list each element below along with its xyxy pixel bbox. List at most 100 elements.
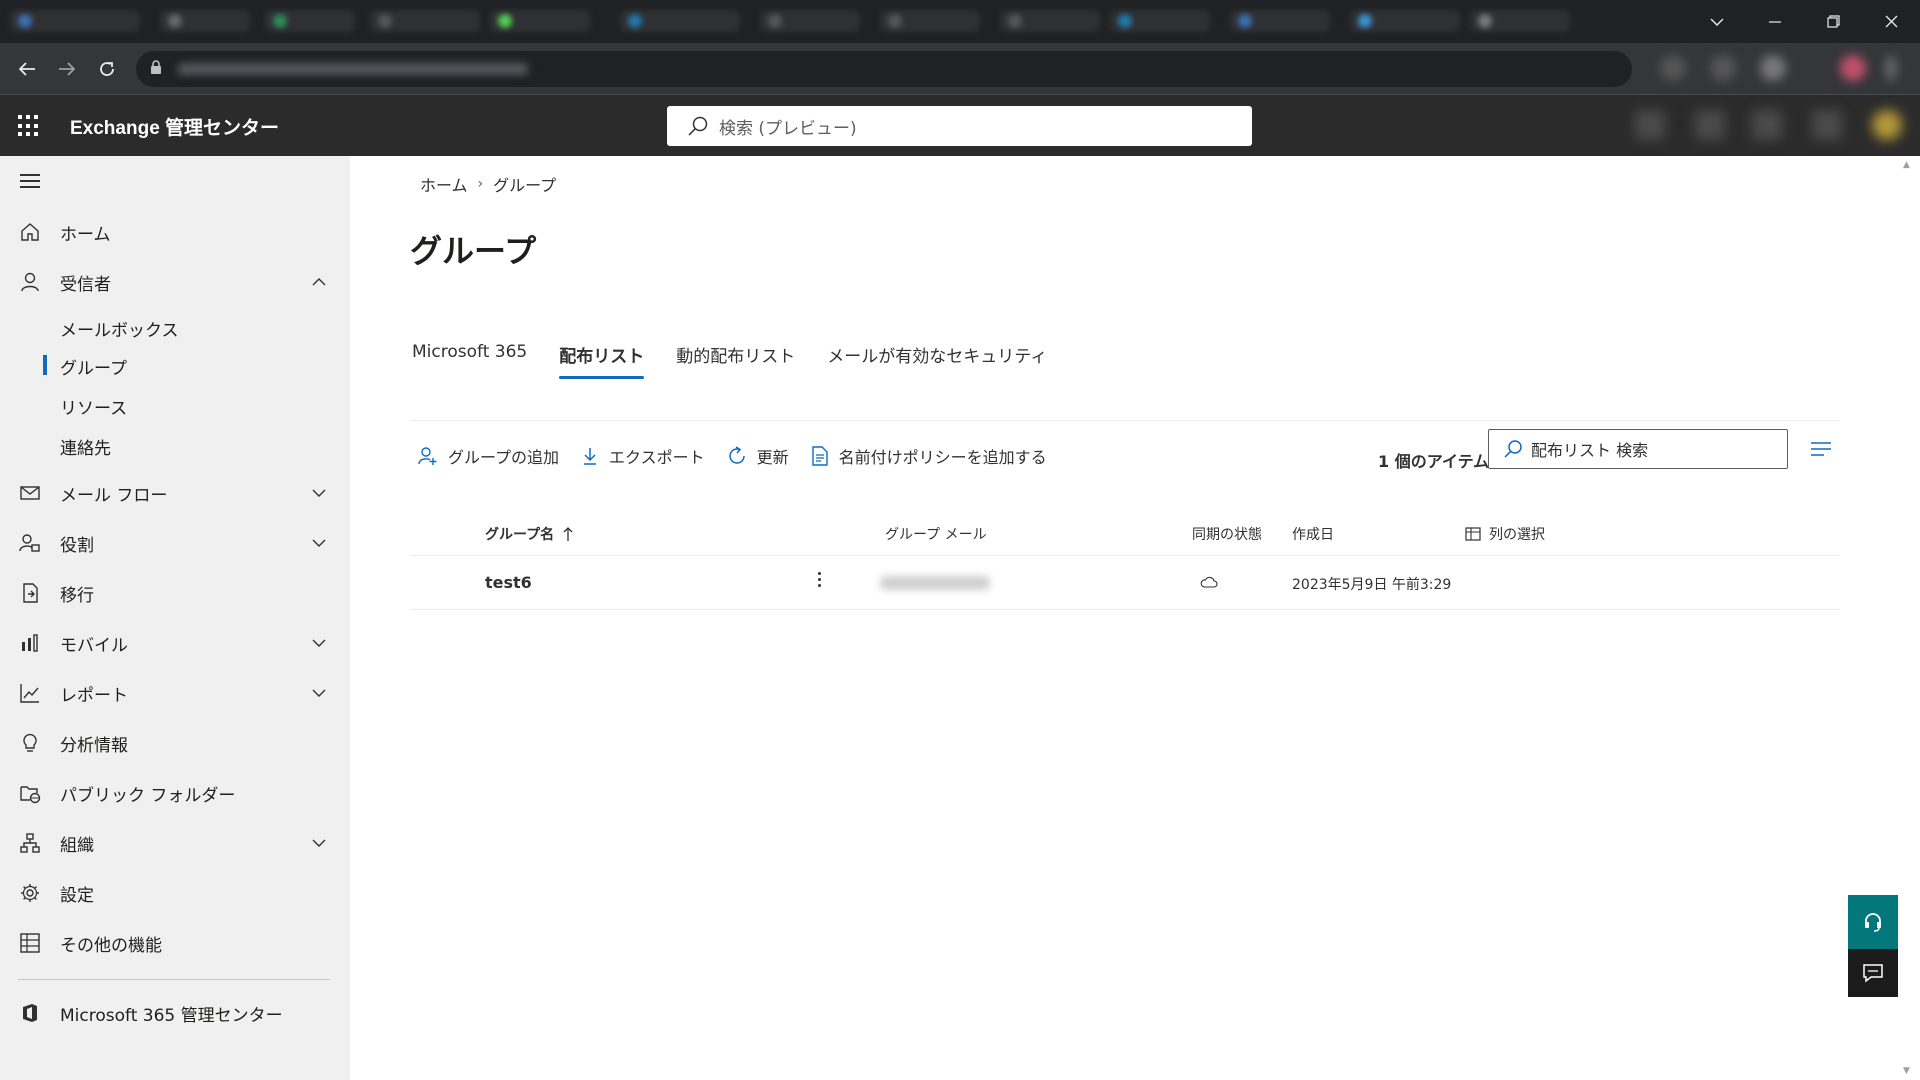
tab-distribution-list[interactable]: 配布リスト bbox=[559, 342, 645, 379]
header-action-icon[interactable] bbox=[1812, 110, 1842, 140]
browser-tab[interactable] bbox=[1350, 10, 1460, 32]
active-indicator bbox=[43, 355, 47, 375]
more-options-icon[interactable] bbox=[818, 572, 822, 590]
browser-menu-icon[interactable] bbox=[1885, 55, 1897, 81]
nav-label: その他の機能 bbox=[60, 935, 162, 956]
browser-tab[interactable] bbox=[1110, 10, 1210, 32]
chevron-down-icon bbox=[312, 539, 326, 547]
profile-avatar[interactable] bbox=[1840, 55, 1866, 81]
filter-lines-icon bbox=[1811, 442, 1831, 456]
minimize-button[interactable] bbox=[1746, 0, 1804, 43]
table-header: グループ名 グループ メール 同期の状態 作成日 列の選択 bbox=[410, 508, 1840, 556]
nav-subitem-resources[interactable]: リソース bbox=[60, 394, 127, 419]
restore-icon bbox=[1826, 15, 1840, 28]
list-search-input[interactable]: 配布リスト 検索 bbox=[1488, 429, 1788, 469]
nav-item-home[interactable]: ホーム bbox=[0, 209, 350, 255]
list-search-placeholder: 配布リスト 検索 bbox=[1531, 441, 1649, 460]
nav-item-insights[interactable]: 分析情報 bbox=[0, 720, 350, 766]
refresh-button[interactable]: 更新 bbox=[727, 444, 789, 468]
add-naming-policy-button[interactable]: 名前付けポリシーを追加する bbox=[811, 444, 1047, 468]
search-icon bbox=[688, 116, 708, 136]
nav-label: モバイル bbox=[60, 635, 128, 656]
address-bar[interactable] bbox=[136, 51, 1632, 87]
arrow-left-icon bbox=[18, 62, 35, 76]
feedback-button[interactable] bbox=[1848, 949, 1898, 997]
add-person-icon bbox=[418, 447, 437, 465]
nav-label: メール フロー bbox=[60, 485, 168, 506]
browser-tab[interactable] bbox=[880, 10, 980, 32]
nav-item-settings[interactable]: 設定 bbox=[0, 870, 350, 916]
nav-item-reports[interactable]: レポート bbox=[0, 670, 350, 716]
breadcrumb-current: グループ bbox=[493, 176, 557, 195]
nav-label: 役割 bbox=[60, 535, 94, 556]
nav-item-public-folders[interactable]: パブリック フォルダー bbox=[0, 770, 350, 816]
refresh-label: 更新 bbox=[756, 448, 789, 467]
tab-microsoft-365[interactable]: Microsoft 365 bbox=[412, 342, 527, 379]
nav-subitem-contacts[interactable]: 連絡先 bbox=[60, 434, 111, 459]
header-action-icon[interactable] bbox=[1635, 110, 1665, 140]
browser-tab[interactable] bbox=[370, 10, 480, 32]
nav-item-mobile[interactable]: モバイル bbox=[0, 620, 350, 666]
extension-icon[interactable] bbox=[1760, 55, 1786, 81]
browser-tab[interactable] bbox=[1230, 10, 1330, 32]
table-row[interactable]: test6 2023年5月9日 午前3:29 bbox=[410, 556, 1840, 610]
column-header-created[interactable]: 作成日 bbox=[1292, 524, 1334, 544]
column-header-group-name[interactable]: グループ名 bbox=[485, 524, 574, 544]
nav-item-mail-flow[interactable]: メール フロー bbox=[0, 470, 350, 516]
tab-search-button[interactable] bbox=[1688, 0, 1746, 43]
scroll-up-icon[interactable]: ▲ bbox=[1903, 160, 1910, 170]
export-button[interactable]: エクスポート bbox=[581, 444, 705, 468]
nav-item-other-features[interactable]: その他の機能 bbox=[0, 920, 350, 966]
breadcrumb: ホーム › グループ bbox=[420, 172, 556, 196]
browser-tab[interactable] bbox=[160, 10, 250, 32]
headset-icon bbox=[1865, 913, 1881, 932]
reload-button[interactable] bbox=[93, 55, 121, 83]
tab-mail-enabled-security[interactable]: メールが有効なセキュリティ bbox=[827, 342, 1047, 379]
help-support-button[interactable] bbox=[1848, 895, 1898, 949]
column-label: グループ名 bbox=[485, 527, 555, 543]
nav-label: レポート bbox=[60, 685, 128, 706]
browser-tab[interactable] bbox=[265, 10, 355, 32]
page-title: グループ bbox=[410, 232, 537, 270]
mail-icon bbox=[20, 486, 40, 500]
browser-tab[interactable] bbox=[1470, 10, 1570, 32]
nav-item-m365-admin[interactable]: Microsoft 365 管理センター bbox=[0, 990, 350, 1036]
breadcrumb-home[interactable]: ホーム bbox=[420, 172, 468, 196]
header-action-icon[interactable] bbox=[1752, 110, 1782, 140]
nav-item-organization[interactable]: 組織 bbox=[0, 820, 350, 866]
nav-subitem-mailboxes[interactable]: メールボックス bbox=[60, 316, 179, 341]
restore-button[interactable] bbox=[1804, 0, 1862, 43]
browser-tab[interactable] bbox=[490, 10, 590, 32]
user-avatar[interactable] bbox=[1872, 110, 1902, 140]
scroll-down-icon[interactable]: ▼ bbox=[1903, 1066, 1910, 1076]
column-header-sync-status[interactable]: 同期の状態 bbox=[1192, 524, 1262, 544]
nav-subitem-groups[interactable]: グループ bbox=[60, 354, 127, 379]
app-launcher-icon[interactable] bbox=[18, 115, 40, 137]
filter-button[interactable] bbox=[1810, 441, 1832, 461]
browser-tab[interactable] bbox=[760, 10, 860, 32]
browser-tab[interactable] bbox=[1000, 10, 1100, 32]
browser-tab[interactable] bbox=[10, 10, 140, 32]
global-search-input[interactable]: 検索 (プレビュー) bbox=[667, 106, 1252, 146]
hamburger-icon[interactable] bbox=[20, 174, 40, 192]
vertical-scrollbar[interactable]: ▲ ▼ bbox=[1898, 156, 1920, 1080]
migration-icon bbox=[23, 583, 38, 603]
tab-dynamic-distribution-list[interactable]: 動的配布リスト bbox=[676, 342, 795, 379]
choose-columns-button[interactable]: 列の選択 bbox=[1465, 524, 1545, 544]
close-window-button[interactable] bbox=[1862, 0, 1920, 43]
column-header-group-email[interactable]: グループ メール bbox=[885, 524, 987, 544]
group-name-cell[interactable]: test6 bbox=[485, 573, 532, 592]
add-group-button[interactable]: グループの追加 bbox=[418, 444, 559, 468]
forward-button[interactable] bbox=[53, 55, 81, 83]
extension-icon[interactable] bbox=[1660, 55, 1686, 81]
close-icon bbox=[1885, 15, 1897, 28]
nav-item-roles[interactable]: 役割 bbox=[0, 520, 350, 566]
extension-icon[interactable] bbox=[1710, 55, 1736, 81]
nav-item-migration[interactable]: 移行 bbox=[0, 570, 350, 616]
app-title[interactable]: Exchange 管理センター bbox=[70, 113, 279, 140]
arrow-right-icon bbox=[59, 62, 76, 76]
browser-tab[interactable] bbox=[620, 10, 740, 32]
header-action-icon[interactable] bbox=[1695, 110, 1725, 140]
nav-item-recipients[interactable]: 受信者 bbox=[0, 259, 350, 305]
back-button[interactable] bbox=[13, 55, 41, 83]
